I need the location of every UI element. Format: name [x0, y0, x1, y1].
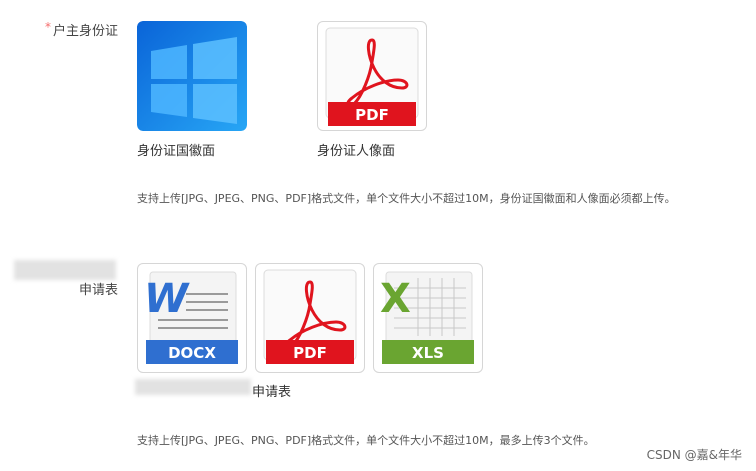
docx-file-icon: W DOCX: [144, 271, 238, 364]
application-upload-hint: 支持上传[JPG、JPEG、PNG、PDF]格式文件，单个文件大小不超过10M，…: [137, 434, 595, 447]
application-form-label-text: 申请表: [78, 283, 118, 298]
docx-badge: DOCX: [168, 344, 216, 362]
application-form-caption: 申请表: [252, 385, 292, 400]
id-card-label-text: 户主身份证: [52, 24, 118, 39]
pdf-file-icon: PDF: [325, 27, 419, 126]
pdf-file-thumbnail[interactable]: PDF: [255, 263, 365, 373]
id-card-front-caption: 身份证人像面: [317, 144, 396, 159]
required-mark: *: [44, 20, 51, 34]
id-card-upload-hint: 支持上传[JPG、JPEG、PNG、PDF]格式文件，单个文件大小不超过10M，…: [137, 192, 676, 205]
id-card-back-thumbnail[interactable]: [137, 21, 247, 131]
csdn-watermark: CSDN @嘉&年华: [646, 448, 742, 462]
id-card-label: * 户主身份证: [36, 20, 118, 39]
windows-logo-icon: [137, 21, 247, 131]
blurred-label-prefix: [14, 260, 116, 280]
xls-letter: X: [380, 276, 411, 322]
docx-file-thumbnail[interactable]: W DOCX: [137, 263, 247, 373]
docx-letter: W: [144, 276, 190, 322]
xls-file-icon: X XLS: [380, 271, 474, 364]
xls-badge: XLS: [412, 344, 444, 362]
xls-file-thumbnail[interactable]: X XLS: [373, 263, 483, 373]
pdf-badge: PDF: [293, 344, 327, 362]
id-card-back-caption: 身份证国徽面: [137, 144, 216, 159]
id-card-front-thumbnail[interactable]: PDF: [317, 21, 427, 131]
pdf-file-icon: PDF: [263, 269, 357, 364]
blurred-caption-prefix: [135, 379, 251, 395]
pdf-badge: PDF: [355, 106, 389, 124]
application-form-label: 申请表: [60, 279, 118, 298]
